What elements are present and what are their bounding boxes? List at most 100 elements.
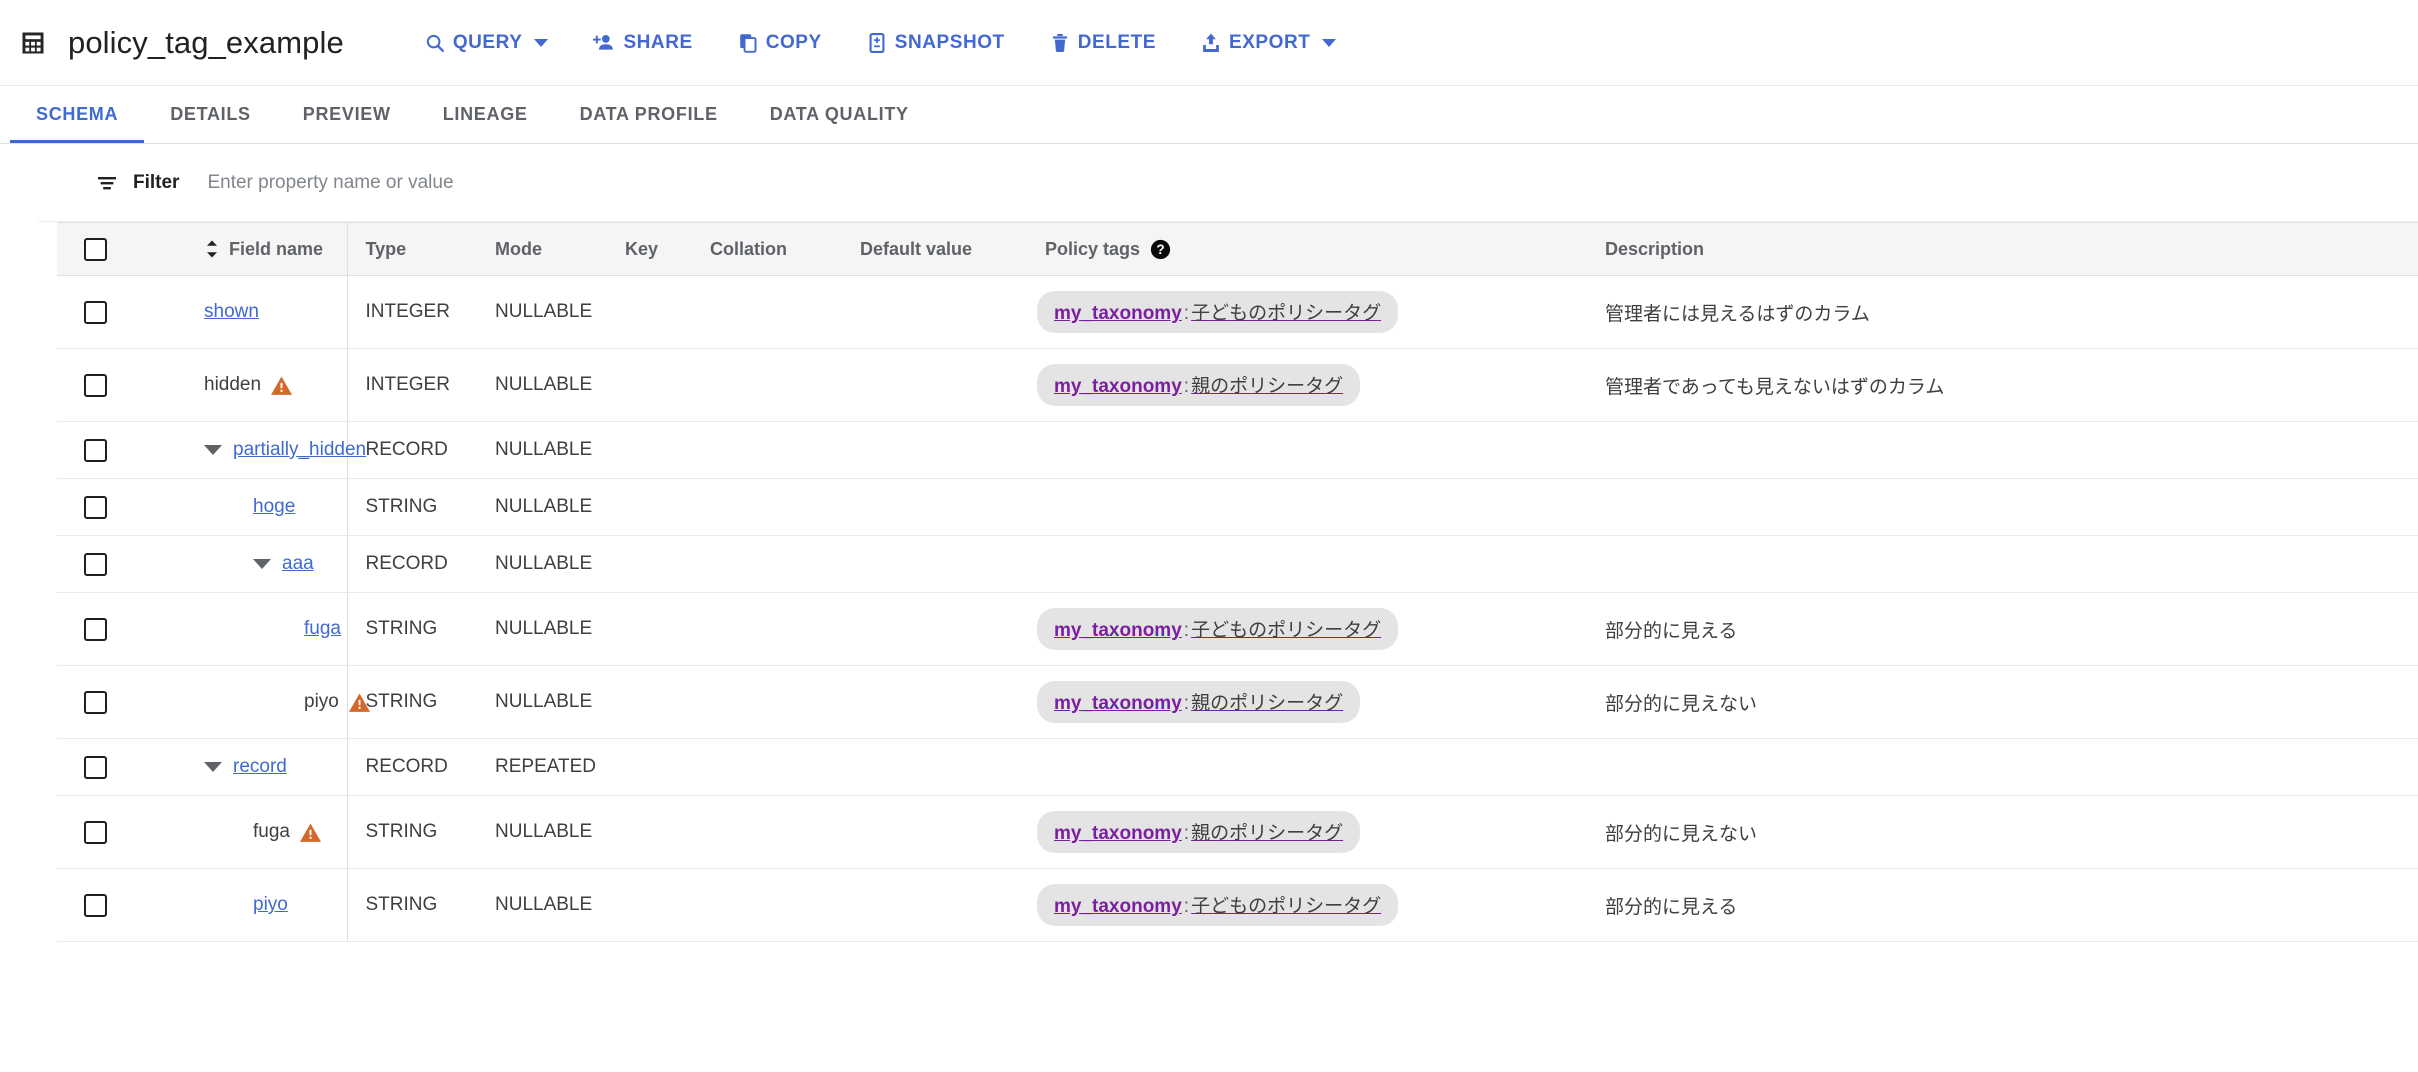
tab-data-quality[interactable]: DATA QUALITY	[744, 86, 935, 143]
tab-details[interactable]: DETAILS	[144, 86, 277, 143]
tab-lineage[interactable]: LINEAGE	[417, 86, 554, 143]
row-select-cell	[57, 478, 132, 536]
help-icon[interactable]: ?	[1150, 239, 1171, 260]
expand-collapse-icon[interactable]	[204, 762, 222, 772]
upload-icon	[1200, 32, 1222, 54]
policy-tag-separator: :	[1183, 620, 1190, 641]
table-row[interactable]: piyo STRING NULLABLE my_taxonomy: 子どものポリシータグ…	[57, 868, 2418, 942]
policy-tag-chip[interactable]: my_taxonomy: 親のポリシータグ	[1037, 364, 1361, 406]
filter-control[interactable]: Filter	[95, 171, 205, 195]
expand-collapse-icon[interactable]	[253, 559, 271, 569]
field-name-label[interactable]: hoge	[253, 496, 295, 518]
snapshot-icon	[866, 32, 888, 54]
row-checkbox[interactable]	[84, 617, 107, 641]
collation-cell	[692, 738, 842, 796]
policy-tags-cell: my_taxonomy: 親のポリシータグ	[1027, 348, 1587, 422]
collation-cell	[692, 478, 842, 536]
table-row[interactable]: fuga STRING NULLABLE my_taxonomy: 親のポリシータグ 部分…	[57, 795, 2418, 869]
field-name-cell: fuga	[132, 592, 347, 666]
row-checkbox[interactable]	[84, 893, 107, 917]
column-header-description[interactable]: Description	[1587, 222, 2418, 276]
mode-cell: NULLABLE	[477, 535, 607, 593]
column-header-field-name[interactable]: Field name	[132, 222, 347, 276]
policy-tags-cell: my_taxonomy: 親のポリシータグ	[1027, 795, 1587, 869]
export-button[interactable]: EXPORT	[1178, 24, 1358, 62]
column-header-key-label: Key	[625, 238, 659, 259]
description-cell	[1587, 535, 2418, 593]
column-header-collation-label: Collation	[710, 238, 787, 259]
column-header-key[interactable]: Key	[607, 222, 692, 276]
policy-tag-chip[interactable]: my_taxonomy: 親のポリシータグ	[1037, 811, 1361, 853]
policy-tag-taxonomy: my_taxonomy	[1054, 693, 1182, 714]
row-checkbox[interactable]	[84, 690, 107, 714]
row-checkbox[interactable]	[84, 755, 107, 779]
person-add-icon	[592, 32, 616, 54]
delete-button[interactable]: DELETE	[1027, 24, 1178, 62]
column-header-mode[interactable]: Mode	[477, 222, 607, 276]
expand-collapse-icon[interactable]	[204, 445, 222, 455]
mode-cell: REPEATED	[477, 738, 607, 796]
field-name-label[interactable]: shown	[204, 301, 259, 323]
mode-cell: NULLABLE	[477, 592, 607, 666]
filter-input[interactable]	[205, 170, 1106, 195]
table-row[interactable]: hoge STRING NULLABLE	[57, 478, 2418, 536]
tab-data-profile[interactable]: DATA PROFILE	[554, 86, 744, 143]
policy-tag-taxonomy: my_taxonomy	[1054, 376, 1182, 397]
field-name-cell: piyo	[132, 868, 347, 942]
row-select-cell	[57, 795, 132, 869]
row-checkbox[interactable]	[84, 495, 107, 519]
column-header-default-value-label: Default value	[860, 238, 973, 259]
row-checkbox[interactable]	[84, 438, 107, 462]
table-row[interactable]: hidden INTEGER NULLABLE my_taxonomy: 親のポリシータ…	[57, 348, 2418, 422]
column-header-policy-tags[interactable]: Policy tags ?	[1027, 222, 1587, 276]
policy-tag-chip[interactable]: my_taxonomy: 子どものポリシータグ	[1037, 608, 1399, 650]
sort-updown-icon[interactable]	[204, 238, 220, 260]
tab-data-profile-label: DATA PROFILE	[579, 104, 718, 124]
field-name-label[interactable]: fuga	[304, 618, 341, 640]
field-name-label[interactable]: record	[233, 756, 287, 778]
description-cell: 部分的に見える	[1587, 868, 2418, 942]
row-checkbox[interactable]	[84, 373, 107, 397]
description-cell	[1587, 738, 2418, 796]
row-select-cell	[57, 738, 132, 796]
field-name-label[interactable]: partially_hidden	[233, 439, 366, 461]
tab-preview[interactable]: PREVIEW	[277, 86, 417, 143]
export-button-label: EXPORT	[1228, 32, 1311, 53]
table-row[interactable]: record RECORD REPEATED	[57, 738, 2418, 796]
policy-tag-taxonomy: my_taxonomy	[1054, 303, 1182, 324]
field-name-label: piyo	[304, 691, 339, 712]
policy-tag-separator: :	[1183, 823, 1190, 844]
column-header-default-value[interactable]: Default value	[842, 222, 1027, 276]
row-select-cell	[57, 535, 132, 593]
policy-tag-taxonomy: my_taxonomy	[1054, 823, 1182, 844]
policy-tag-chip[interactable]: my_taxonomy: 子どものポリシータグ	[1037, 884, 1399, 926]
copy-button[interactable]: COPY	[715, 24, 844, 62]
policy-tag-chip[interactable]: my_taxonomy: 親のポリシータグ	[1037, 681, 1361, 723]
policy-tag-chip[interactable]: my_taxonomy: 子どものポリシータグ	[1037, 291, 1399, 333]
query-button[interactable]: QUERY	[402, 24, 571, 62]
select-all-checkbox[interactable]	[84, 237, 107, 261]
table-row[interactable]: shown INTEGER NULLABLE my_taxonomy: 子どものポリシー…	[57, 275, 2418, 349]
row-checkbox[interactable]	[84, 820, 107, 844]
field-name-label[interactable]: aaa	[282, 553, 314, 575]
table-row[interactable]: partially_hidden RECORD NULLABLE	[57, 421, 2418, 479]
row-checkbox[interactable]	[84, 552, 107, 576]
column-header-description-label: Description	[1605, 238, 1705, 259]
table-header-row: Field name Type Mode Key Collation Defau…	[57, 222, 2418, 276]
snapshot-button[interactable]: SNAPSHOT	[844, 24, 1027, 62]
share-button[interactable]: SHARE	[570, 24, 714, 62]
mode-cell: NULLABLE	[477, 478, 607, 536]
key-cell	[607, 421, 692, 479]
mode-cell: NULLABLE	[477, 665, 607, 739]
tab-schema[interactable]: SCHEMA	[10, 86, 145, 143]
row-checkbox[interactable]	[84, 300, 107, 324]
collation-cell	[692, 868, 842, 942]
column-header-collation[interactable]: Collation	[692, 222, 842, 276]
table-row[interactable]: aaa RECORD NULLABLE	[57, 535, 2418, 593]
column-header-type[interactable]: Type	[346, 222, 477, 276]
schema-table-container: Field name Type Mode Key Collation Defau…	[57, 222, 2418, 942]
field-name-label[interactable]: piyo	[253, 894, 288, 916]
header-toolbar: QUERY SHARE COPY SNAPSHOT DELETE EXPORT	[402, 24, 1359, 62]
table-row[interactable]: piyo STRING NULLABLE my_taxonomy: 親のポリシータグ 部分…	[57, 665, 2418, 739]
table-row[interactable]: fuga STRING NULLABLE my_taxonomy: 子どものポリシータグ…	[57, 592, 2418, 666]
